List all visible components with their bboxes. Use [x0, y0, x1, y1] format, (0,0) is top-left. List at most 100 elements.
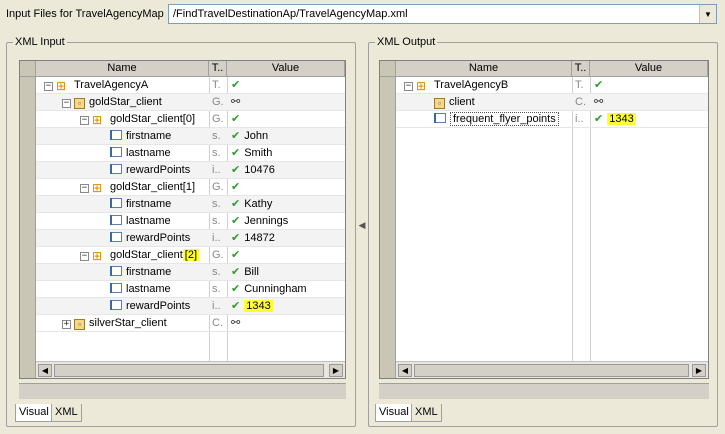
tree-row[interactable]: − ⊞ goldStar_client[0] G. ✔ [36, 111, 345, 128]
node-value: Bill [244, 266, 259, 278]
check-icon: ✔ [231, 113, 241, 125]
value-cell[interactable]: ✔ 10476 [231, 162, 343, 179]
tree-row[interactable]: ▫ client C. ⚯ [396, 94, 708, 111]
node-name: goldStar_client[1] [110, 181, 195, 193]
value-cell[interactable]: ⚯ [231, 315, 343, 332]
type-cell: G. [212, 249, 224, 261]
tree-row[interactable]: + ▫ silverStar_client C. ⚯ [36, 315, 345, 332]
tree-row[interactable]: − ⊞ goldStar_client[1] G. ✔ [36, 179, 345, 196]
value-cell[interactable]: ✔ 14872 [231, 230, 343, 247]
node-name: client [449, 96, 475, 108]
column-header-type[interactable]: T.. [572, 61, 590, 77]
tree-row[interactable]: − ⊞ TravelAgencyA T. ✔ [36, 77, 345, 94]
value-cell[interactable]: ✔ [231, 247, 343, 264]
node-name: firstname [126, 266, 172, 278]
value-cell[interactable]: ✔ Kathy [231, 196, 343, 213]
node-name: firstname [126, 198, 172, 210]
value-cell[interactable]: ✔ [594, 77, 706, 94]
value-cell[interactable]: ✔ John [231, 128, 343, 145]
collapse-icon[interactable]: − [80, 116, 89, 125]
scroll-left-icon[interactable]: ◀ [398, 364, 412, 377]
node-value: Kathy [244, 198, 273, 210]
tree-row[interactable]: firstname s. ✔ Bill [36, 264, 345, 281]
scroll-right-icon[interactable]: ▶ [329, 364, 343, 377]
value-cell[interactable]: ✔ [231, 179, 343, 196]
element-tree-icon: ⊞ [92, 249, 103, 263]
link-icon: ⚯ [231, 317, 241, 329]
type-cell: s. [212, 147, 221, 159]
tab-xml[interactable]: XML [411, 404, 442, 422]
value-cell[interactable]: ✔ 1343 [594, 111, 706, 128]
column-header-value[interactable]: Value [227, 61, 345, 77]
value-cell[interactable]: ✔ Smith [231, 145, 343, 162]
value-cell[interactable]: ✔ [231, 111, 343, 128]
value-cell[interactable]: ✔ [231, 77, 343, 94]
type-cell: s. [212, 283, 221, 295]
tab-visual[interactable]: Visual [375, 404, 413, 422]
tree-row[interactable]: firstname s. ✔ John [36, 128, 345, 145]
name-cell: firstname [98, 196, 209, 213]
value-cell[interactable]: ✔ Bill [231, 264, 343, 281]
expand-icon[interactable]: + [62, 320, 71, 329]
value-cell[interactable]: ⚯ [594, 94, 706, 111]
tab-visual[interactable]: Visual [15, 404, 53, 422]
output-view-tabs: Visual XML [375, 404, 575, 422]
column-header-value[interactable]: Value [590, 61, 708, 77]
xml-output-grid[interactable]: Name T.. Value − ⊞ TravelAgencyB T. ✔ ▫ client… [379, 60, 709, 379]
group-node-icon: ▫ [74, 319, 85, 330]
collapse-icon[interactable]: − [404, 82, 413, 91]
collapse-icon[interactable]: − [80, 252, 89, 261]
value-cell[interactable]: ✔ 1343 [231, 298, 343, 315]
node-name: lastname [126, 283, 171, 295]
column-header-name[interactable]: Name [396, 61, 572, 77]
type-cell: i.. [212, 300, 221, 312]
node-name: rewardPoints [126, 232, 191, 244]
name-cell: lastname [98, 145, 209, 162]
collapse-icon[interactable]: − [80, 184, 89, 193]
name-cell: + ▫ silverStar_client [62, 315, 209, 332]
value-cell[interactable]: ⚯ [231, 94, 343, 111]
node-value: Smith [244, 147, 273, 159]
check-icon: ✔ [594, 79, 604, 91]
collapse-icon[interactable]: − [44, 82, 53, 91]
tab-xml[interactable]: XML [51, 404, 82, 422]
horizontal-scrollbar[interactable]: ◀ ▶ [36, 361, 345, 378]
node-name: goldStar_client [110, 249, 183, 261]
tree-row[interactable]: rewardPoints i.. ✔ 1343 [36, 298, 345, 315]
chevron-down-icon[interactable]: ▼ [699, 5, 716, 23]
leaf-node-icon [110, 215, 122, 225]
element-tree-icon: ⊞ [92, 113, 103, 127]
column-header-type[interactable]: T.. [209, 61, 227, 77]
value-cell[interactable]: ✔ Cunningham [231, 281, 343, 298]
tree-row[interactable]: − ⊞ TravelAgencyB T. ✔ [396, 77, 708, 94]
tree-row[interactable]: lastname s. ✔ Jennings [36, 213, 345, 230]
link-icon: ⚯ [594, 96, 604, 108]
type-cell: G. [212, 96, 224, 108]
row-header-strip [380, 77, 396, 378]
scroll-thumb[interactable] [414, 364, 689, 377]
tree-row[interactable]: lastname s. ✔ Smith [36, 145, 345, 162]
tree-row[interactable]: − ▫ goldStar_client G. ⚯ [36, 94, 345, 111]
tree-row[interactable]: frequent_flyer_points i.. ✔ 1343 [396, 111, 708, 128]
scroll-right-icon[interactable]: ▶ [692, 364, 706, 377]
horizontal-scrollbar[interactable]: ◀ ▶ [396, 361, 708, 378]
collapse-icon[interactable]: − [62, 99, 71, 108]
check-icon: ✔ [231, 164, 241, 176]
input-file-combo[interactable]: /FindTravelDestinationAp/TravelAgencyMap… [168, 4, 717, 24]
splitter-handle[interactable]: ◀ [358, 215, 366, 235]
tree-row[interactable]: firstname s. ✔ Kathy [36, 196, 345, 213]
value-cell[interactable]: ✔ Jennings [231, 213, 343, 230]
tree-row[interactable]: lastname s. ✔ Cunningham [36, 281, 345, 298]
xml-input-grid[interactable]: Name T.. Value − ⊞ TravelAgencyA T. ✔ − ▫ goldS… [19, 60, 346, 379]
tree-row[interactable]: rewardPoints i.. ✔ 10476 [36, 162, 345, 179]
column-header-name[interactable]: Name [36, 61, 209, 77]
node-name: lastname [126, 215, 171, 227]
grid-corner [20, 61, 36, 77]
tree-row[interactable]: − ⊞ goldStar_client [2] G. ✔ [36, 247, 345, 264]
scroll-left-icon[interactable]: ◀ [38, 364, 52, 377]
check-icon: ✔ [231, 232, 241, 244]
type-cell: s. [212, 215, 221, 227]
node-value: 10476 [244, 164, 275, 176]
tree-row[interactable]: rewardPoints i.. ✔ 14872 [36, 230, 345, 247]
scroll-thumb[interactable] [54, 364, 324, 377]
